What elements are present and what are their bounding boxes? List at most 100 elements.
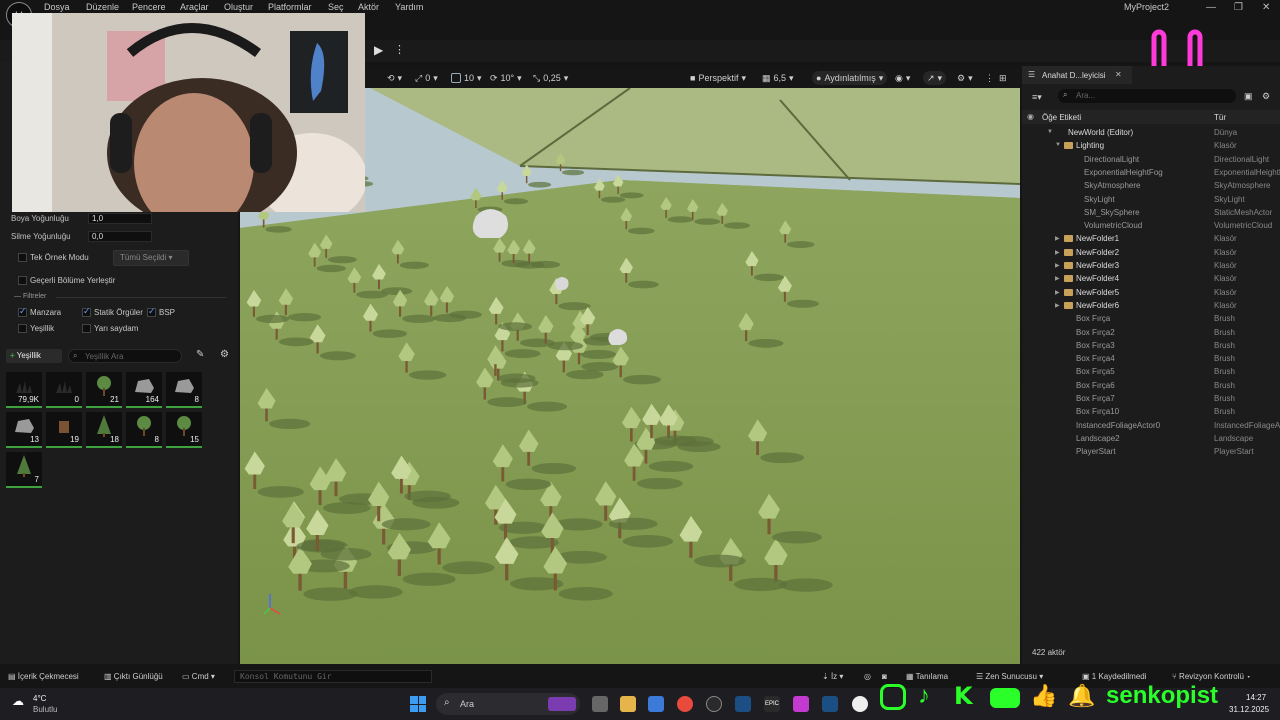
realtime-toggle[interactable]: ↗ ▾ (923, 71, 947, 85)
menu-select[interactable]: Seç (328, 2, 344, 12)
expand-arrow-icon[interactable]: ▶ (1055, 302, 1060, 309)
menu-file[interactable]: Dosya (44, 2, 70, 12)
minimize-button[interactable]: — (1206, 2, 1216, 13)
gear-icon[interactable]: ⚙ (220, 349, 229, 360)
foliage-tile[interactable]: 19 (46, 412, 82, 448)
outliner-row[interactable]: Box Fırça3 Brush (1022, 339, 1280, 352)
outliner-row[interactable]: ▶ NewFolder5 Klasör (1022, 286, 1280, 299)
revision-control-dropdown[interactable]: ⑂ Revizyon Kontrolü ▾ (1172, 672, 1251, 681)
paint-brush-icon[interactable]: ✎ (196, 349, 204, 360)
expand-arrow-icon[interactable]: ▶ (1055, 275, 1060, 282)
filter-foliage-checkbox[interactable] (18, 324, 27, 333)
grid-snap[interactable]: 10 ▾ (451, 71, 482, 85)
expand-arrow-icon[interactable]: ▶ (1055, 262, 1060, 269)
content-drawer-button[interactable]: ▤ İçerik Çekmecesi (8, 672, 79, 681)
foliage-tile[interactable]: 8 (166, 372, 202, 408)
menu-create[interactable]: Oluştur (224, 2, 253, 12)
outliner-row[interactable]: Box Fırça5 Brush (1022, 365, 1280, 378)
outliner-row[interactable]: Box Fırça Brush (1022, 312, 1280, 325)
expand-arrow-icon[interactable]: ▶ (1055, 235, 1060, 242)
outliner-row[interactable]: SkyLight SkyLight (1022, 193, 1280, 206)
menu-edit[interactable]: Düzenle (86, 2, 119, 12)
place-in-level-row[interactable]: Geçerli Bölüme Yerleştir (18, 276, 115, 285)
menu-tools[interactable]: Araçlar (180, 2, 209, 12)
filter-bsp[interactable]: BSP (147, 306, 175, 317)
outliner-row[interactable]: SkyAtmosphere SkyAtmosphere (1022, 179, 1280, 192)
add-folder-icon[interactable]: ▣ (1244, 91, 1253, 102)
foliage-tile[interactable]: 8 (126, 412, 162, 448)
menu-help[interactable]: Yardım (395, 2, 423, 12)
outliner-row[interactable]: Box Fırça4 Brush (1022, 352, 1280, 365)
store-icon[interactable] (648, 696, 664, 712)
collapse-arrow-icon[interactable]: ▼ (1047, 129, 1053, 135)
steam-icon[interactable] (735, 696, 751, 712)
outliner-row[interactable]: ▼ Lighting Klasör (1022, 139, 1280, 152)
output-log-button[interactable]: ▥ Çıktı Günlüğü (104, 672, 163, 681)
foliage-tile[interactable]: 13 (6, 412, 42, 448)
epic-games-icon[interactable]: EPIC (764, 696, 780, 712)
menu-window[interactable]: Pencere (132, 2, 166, 12)
outliner-row[interactable]: PlayerStart PlayerStart (1022, 445, 1280, 458)
outliner-row[interactable]: InstancedFoliageActor0 InstancedFoliageAc… (1022, 419, 1280, 432)
record-icon[interactable]: ◎ (864, 672, 871, 681)
outliner-row[interactable]: VolumetricCloud VolumetricCloud (1022, 219, 1280, 232)
viewport-settings[interactable]: ⚙ ▾ (957, 71, 973, 85)
viewport-layout[interactable]: ⊞ (999, 71, 1007, 85)
close-icon[interactable]: ✕ (1115, 70, 1122, 79)
visibility-eye-icon[interactable]: ◉ (1027, 112, 1034, 121)
single-instance-dropdown[interactable]: Tümü Seçildi ▾ (113, 250, 189, 266)
outliner-row[interactable]: ▶ NewFolder2 Klasör (1022, 246, 1280, 259)
weather-icon[interactable]: ☁ (12, 694, 24, 708)
filter-static-mesh-checkbox[interactable] (82, 306, 91, 317)
close-button[interactable]: ✕ (1262, 2, 1270, 13)
lighting-dropdown[interactable]: ● Aydınlatılmış ▾ (812, 71, 888, 85)
cmd-dropdown[interactable]: ▭ Cmd ▾ (182, 672, 215, 681)
play-icon[interactable]: ▶ (374, 43, 383, 57)
github-icon[interactable] (706, 696, 722, 712)
unsaved-button[interactable]: ▣ 1 Kaydedilmedi (1082, 672, 1147, 681)
foliage-tile[interactable]: 79,9K (6, 372, 42, 408)
more-options-icon[interactable]: ⋮ (394, 43, 405, 56)
place-in-level-checkbox[interactable] (18, 276, 27, 285)
diagnostics-button[interactable]: ▦ Tanılama (906, 672, 948, 681)
steam-icon-2[interactable] (822, 696, 838, 712)
filter-bsp-checkbox[interactable] (147, 306, 156, 317)
outliner-row[interactable]: Box Fırça6 Brush (1022, 379, 1280, 392)
outliner-row[interactable]: ▶ NewFolder1 Klasör (1022, 232, 1280, 245)
outliner-row[interactable]: Landscape2 Landscape (1022, 432, 1280, 445)
filter-icon[interactable]: ≡▾ (1032, 92, 1042, 103)
filter-translucent[interactable]: Yarı saydam (82, 324, 138, 333)
menu-platforms[interactable]: Platformlar (268, 2, 312, 12)
column-label[interactable]: Öğe Etiketi (1042, 113, 1081, 122)
column-type[interactable]: Tür (1214, 113, 1226, 122)
outliner-row[interactable]: SM_SkySphere StaticMeshActor (1022, 206, 1280, 219)
viewport-more[interactable]: ⋮ (985, 71, 994, 85)
maximize-button[interactable]: ❐ (1234, 2, 1243, 13)
task-view-icon[interactable] (592, 696, 608, 712)
paint-density-input[interactable]: 1,0 (88, 213, 152, 224)
zen-server-dropdown[interactable]: ☰ Zen Sunucusu ▾ (976, 672, 1043, 681)
chrome-icon[interactable] (677, 696, 693, 712)
outliner-row[interactable]: ▶ NewFolder6 Klasör (1022, 299, 1280, 312)
menu-actor[interactable]: Aktör (358, 2, 379, 12)
tab-outliner[interactable]: ☰ Anahat D...leyicisi ✕ (1022, 66, 1132, 84)
console-input[interactable]: Konsol Komutunu Gir (234, 670, 432, 683)
camera-speed[interactable]: ▦ 6,5 ▾ (762, 71, 794, 85)
show-flags[interactable]: ◉ ▾ (895, 71, 910, 85)
camera-icon[interactable]: ◙ (882, 672, 887, 681)
expand-arrow-icon[interactable]: ▶ (1055, 289, 1060, 296)
outliner-search-input[interactable]: ⌕ Ara... (1058, 89, 1236, 103)
outliner-row[interactable]: Box Fırça10 Brush (1022, 405, 1280, 418)
filter-foliage[interactable]: Yeşillik (18, 324, 54, 333)
foliage-tile[interactable]: 15 (166, 412, 202, 448)
outliner-row[interactable]: Box Fırça7 Brush (1022, 392, 1280, 405)
foliage-tile[interactable]: 18 (86, 412, 122, 448)
single-instance-checkbox[interactable] (18, 253, 27, 262)
expand-arrow-icon[interactable]: ▶ (1055, 249, 1060, 256)
foliage-search-input[interactable]: ⌕ Yeşillik Ara (68, 349, 182, 363)
filter-translucent-checkbox[interactable] (82, 324, 91, 333)
erase-density-input[interactable]: 0,0 (88, 231, 152, 242)
filter-landscape[interactable]: Manzara (18, 306, 61, 317)
outliner-row[interactable]: Box Fırça2 Brush (1022, 326, 1280, 339)
foliage-tile[interactable]: 0 (46, 372, 82, 408)
